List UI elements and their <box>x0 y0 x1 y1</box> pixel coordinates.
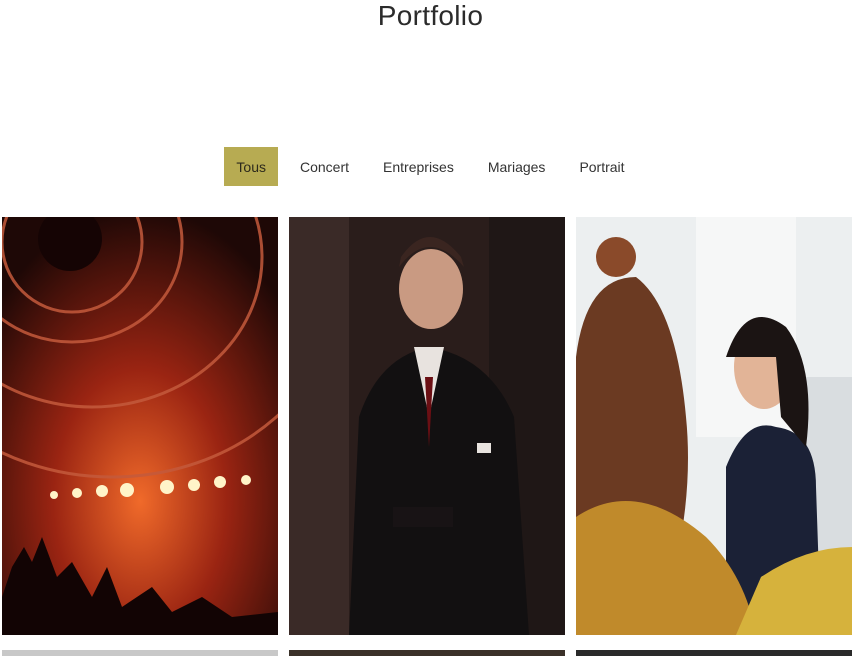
filter-mariages[interactable]: Mariages <box>476 147 558 186</box>
portfolio-filter-bar: Tous Concert Entreprises Mariages Portra… <box>0 147 861 186</box>
portfolio-image-row2-3[interactable] <box>576 650 852 656</box>
filter-portrait[interactable]: Portrait <box>567 147 636 186</box>
filter-tous[interactable]: Tous <box>224 147 278 186</box>
portfolio-image-portrait[interactable] <box>289 217 565 635</box>
portrait-image <box>289 217 565 635</box>
portfolio-image-row2-2[interactable] <box>289 650 565 656</box>
portfolio-image-meeting[interactable] <box>576 217 852 635</box>
filter-entreprises[interactable]: Entreprises <box>371 147 466 186</box>
filter-concert[interactable]: Concert <box>288 147 361 186</box>
portfolio-image-concert[interactable] <box>2 217 278 635</box>
meeting-image <box>576 217 852 635</box>
concert-image <box>2 217 278 635</box>
portfolio-image-row2-1[interactable] <box>2 650 278 656</box>
page-title: Portfolio <box>377 0 484 31</box>
